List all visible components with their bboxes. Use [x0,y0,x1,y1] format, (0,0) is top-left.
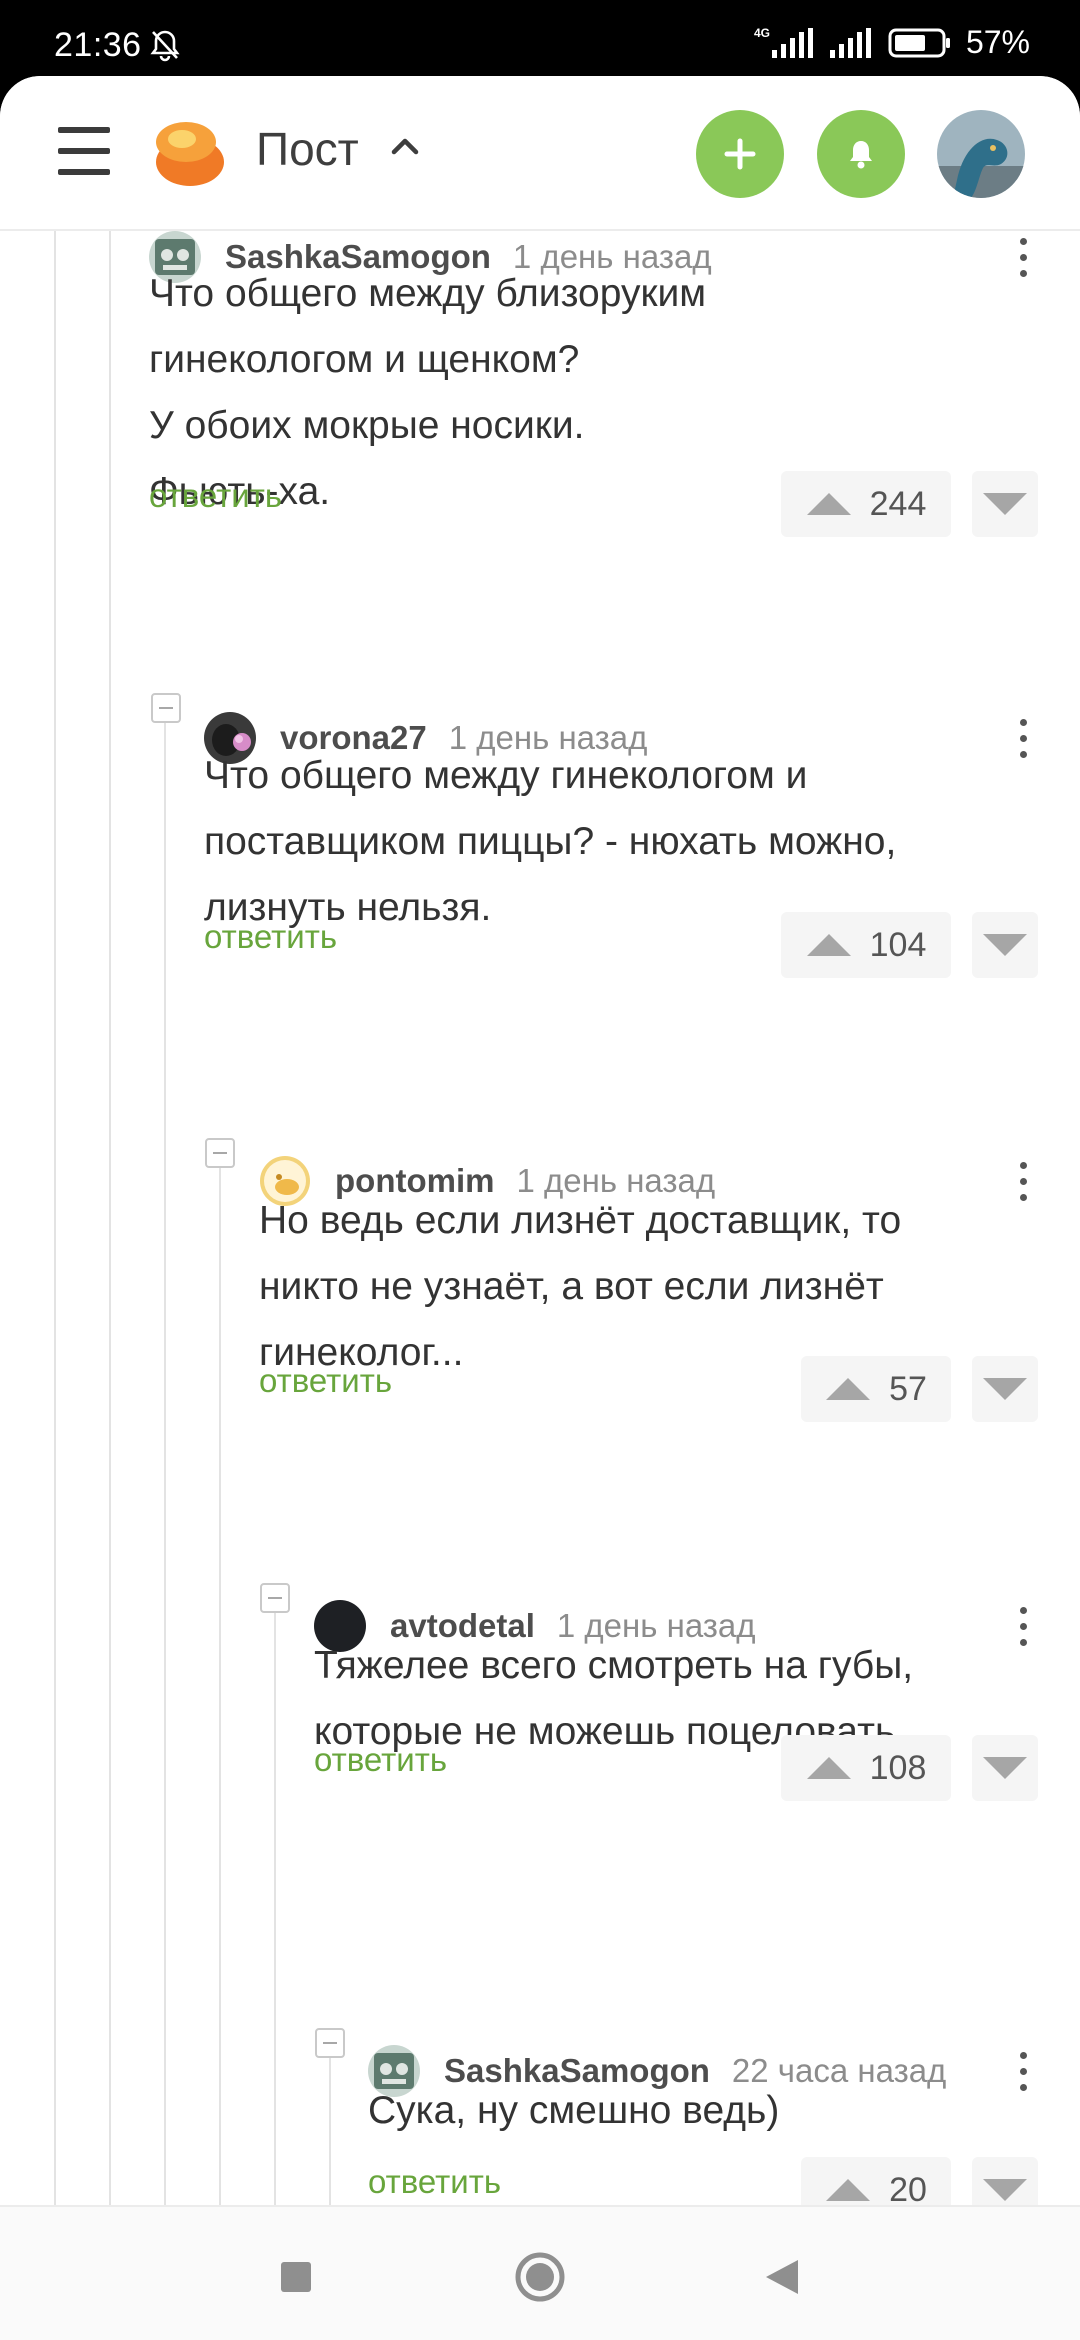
comment-text-line: гинекологом и щенком? [149,338,580,381]
thread-line [164,693,166,2205]
home-icon[interactable] [512,2249,568,2305]
comment-text-line: Сука, ну смешно ведь) [368,2089,780,2132]
status-bar: 21:36 4G 57% [0,0,1080,76]
thread-line [219,1138,221,2205]
recents-icon[interactable] [268,2249,324,2305]
thread-line [54,231,56,2205]
comment-text-line: Но ведь если лизнёт доставщик, то [259,1199,902,1242]
logo-icon[interactable] [150,112,230,192]
status-time: 21:36 [54,26,142,64]
thread-line [274,1583,276,2205]
bell-off-icon [148,28,182,67]
comment-text-line: У обоих мокрые носики. [149,404,585,447]
reply-button[interactable]: ответить [204,918,337,956]
page-title[interactable]: Пост [256,122,359,176]
system-nav-bar [0,2205,1080,2340]
arrow-up-icon [806,1757,851,1779]
battery-icon [888,28,950,57]
reply-button[interactable]: ответить [149,477,282,515]
avatar[interactable] [937,110,1025,198]
arrow-up-icon [826,2179,871,2201]
back-icon[interactable] [754,2249,810,2305]
arrow-down-icon [983,934,1027,956]
reply-button[interactable]: ответить [314,1741,447,1779]
upvote-button[interactable]: 20 [801,2157,951,2205]
upvote-button[interactable]: 108 [781,1735,951,1801]
comment-text: Сука, ну смешно ведь) [368,2078,1040,2144]
upvote-button[interactable]: 104 [781,912,951,978]
rating-count: 108 [869,1748,927,1787]
collapse-thread-button[interactable] [205,1138,235,1168]
collapse-thread-button[interactable] [260,1583,290,1613]
signal-icon-2 [829,27,871,58]
downvote-button[interactable] [972,471,1038,537]
notifications-button[interactable] [817,110,905,198]
rating-count: 244 [869,484,927,523]
rating-count: 104 [869,925,927,964]
comment-text-line: Тяжелее всего смотреть на губы, [314,1644,914,1687]
comment-text-line: Что общего между гинекологом и [204,754,808,797]
battery-percent: 57% [965,24,1030,60]
rating-count: 57 [889,1369,927,1408]
comments-feed[interactable]: SashkaSamogon 1 день назад Что общего ме… [0,231,1080,2205]
menu-icon[interactable] [58,127,110,175]
reply-button[interactable]: ответить [368,2163,501,2201]
collapse-thread-button[interactable] [315,2028,345,2058]
thread-line [109,231,111,2205]
arrow-down-icon [983,2179,1027,2201]
arrow-up-icon [826,1378,871,1400]
app-header: Пост [0,76,1080,231]
add-post-button[interactable] [696,110,784,198]
bell-icon [850,141,872,169]
comment-text-line: Что общего между близоруким [149,272,707,315]
comment-text-line: никто не узнаёт, а вот если лизнёт [259,1265,884,1308]
arrow-down-icon [983,1378,1027,1400]
plus-icon [724,138,756,170]
downvote-button[interactable] [972,912,1038,978]
rating-count: 20 [889,2170,927,2206]
arrow-up-icon [806,934,851,956]
status-right: 4G 57% [754,24,1030,61]
downvote-button[interactable] [972,2157,1038,2205]
arrow-up-icon [806,493,851,515]
signal-icon [771,27,813,58]
app-window: Пост SashkaSamogon 1 день назад Что обще… [0,76,1080,2340]
downvote-button[interactable] [972,1356,1038,1422]
chevron-up-icon[interactable] [390,134,420,161]
downvote-button[interactable] [972,1735,1038,1801]
comment-text-line: поставщиком пиццы? - нюхать можно, [204,820,897,863]
arrow-down-icon [983,1757,1027,1779]
upvote-button[interactable]: 244 [781,471,951,537]
upvote-button[interactable]: 57 [801,1356,951,1422]
arrow-down-icon [983,493,1027,515]
reply-button[interactable]: ответить [259,1362,392,1400]
network-label: 4G [753,25,770,40]
collapse-thread-button[interactable] [151,693,181,723]
